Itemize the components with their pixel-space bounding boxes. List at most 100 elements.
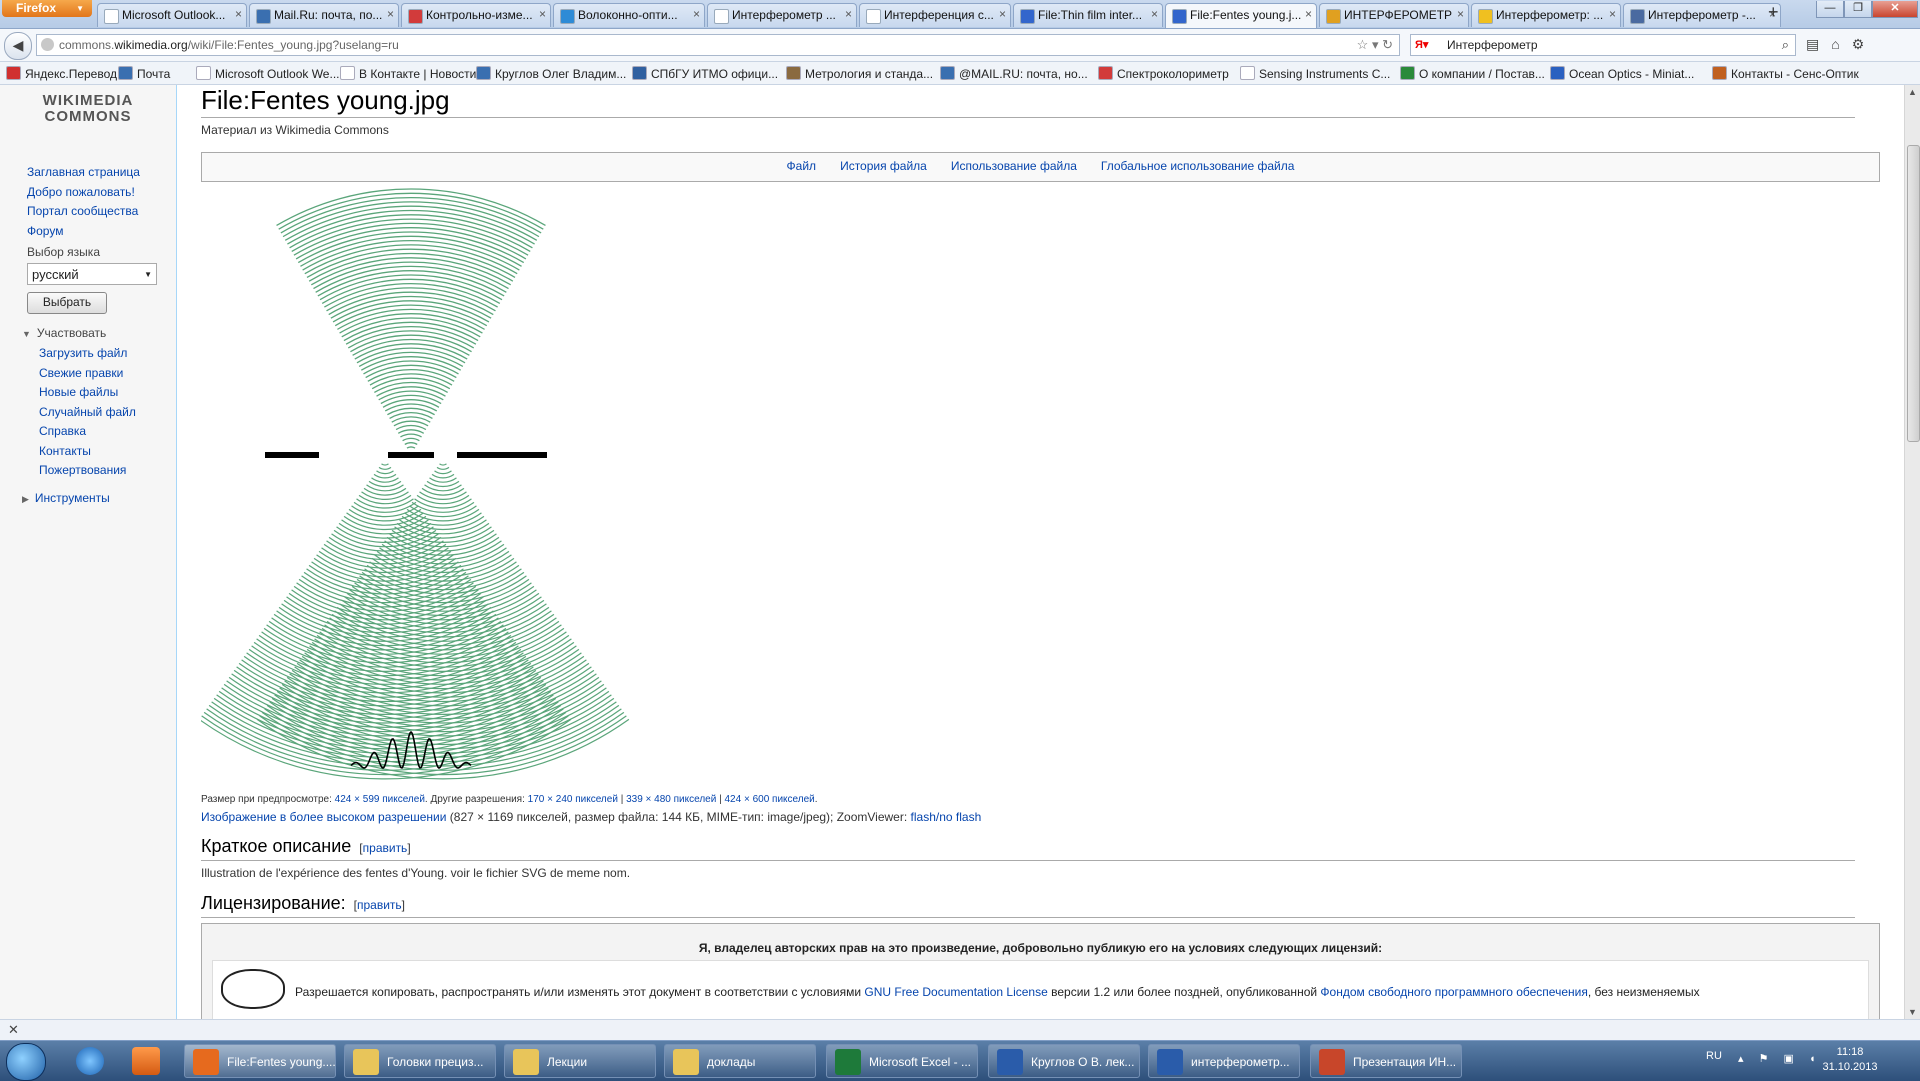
bookmark-item[interactable]: В Контакте | Новости xyxy=(340,66,476,81)
edit-licensing-link[interactable]: [править] xyxy=(354,898,405,912)
browser-tab[interactable]: Контрольно-изме... × xyxy=(401,3,551,27)
file-toc-link[interactable]: Использование файла xyxy=(951,159,1077,173)
bookmark-item[interactable]: Круглов Олег Владим... xyxy=(476,66,626,81)
close-addon-bar-icon[interactable]: ✕ xyxy=(8,1022,19,1038)
participate-link[interactable]: Загрузить файл xyxy=(39,346,127,360)
resolution-link-3[interactable]: 424 × 600 пикселей xyxy=(724,794,814,805)
bookmark-item[interactable]: Яндекс.Перевод xyxy=(6,66,117,81)
reload-icon[interactable]: ↻ xyxy=(1382,37,1393,52)
bookmark-item[interactable]: Почта xyxy=(118,66,170,81)
tab-close-icon[interactable]: × xyxy=(539,7,546,21)
browser-tab[interactable]: Mail.Ru: почта, по... × xyxy=(249,3,399,27)
browser-tab[interactable]: Интерферометр: ... × xyxy=(1471,3,1621,27)
bookmark-item[interactable]: Ocean Optics - Miniat... xyxy=(1550,66,1694,81)
taskbar-window-button[interactable]: Презентация ИН... xyxy=(1310,1044,1462,1078)
input-language[interactable]: RU xyxy=(1706,1050,1722,1062)
browser-tab[interactable]: Интерференция с... × xyxy=(859,3,1011,27)
bookmark-item[interactable]: Метрология и станда... xyxy=(786,66,933,81)
participate-portlet-toggle[interactable]: ▼ Участвовать xyxy=(22,326,106,340)
bookmark-item[interactable]: Контакты - Сенс-Оптик xyxy=(1712,66,1859,81)
tab-close-icon[interactable]: × xyxy=(1151,7,1158,21)
back-button[interactable]: ◀ xyxy=(4,32,32,60)
taskbar-window-button[interactable]: Круглов О В. лек... xyxy=(988,1044,1140,1078)
taskbar-window-button[interactable]: Лекции xyxy=(504,1044,656,1078)
settings-icon[interactable]: ⚙ xyxy=(1852,36,1865,52)
browser-tab[interactable]: Microsoft Outlook... × xyxy=(97,3,247,27)
taskbar-window-button[interactable]: доклады xyxy=(664,1044,816,1078)
tab-close-icon[interactable]: × xyxy=(387,7,394,21)
home-icon[interactable]: ⌂ xyxy=(1831,36,1839,52)
firefox-menu-button[interactable]: Firefox ▼ xyxy=(2,0,92,17)
page-scrollbar[interactable]: ▲ ▼ xyxy=(1904,85,1920,1019)
dropdown-icon[interactable]: ▾ xyxy=(1372,37,1379,52)
bookmark-item[interactable]: Спектроколориметр xyxy=(1098,66,1229,81)
language-submit-button[interactable]: Выбрать xyxy=(27,292,107,314)
file-toc-link[interactable]: История файла xyxy=(840,159,927,173)
browser-tab[interactable]: File:Thin film inter... × xyxy=(1013,3,1163,27)
participate-link[interactable]: Новые файлы xyxy=(39,385,118,399)
tab-close-icon[interactable]: × xyxy=(999,7,1006,21)
internet-explorer-icon[interactable] xyxy=(76,1047,104,1075)
media-player-icon[interactable] xyxy=(132,1047,160,1075)
url-bar[interactable]: commons.wikimedia.org/wiki/File:Fentes_y… xyxy=(36,34,1400,56)
taskbar-window-button[interactable]: Головки прециз... xyxy=(344,1044,496,1078)
tab-close-icon[interactable]: × xyxy=(1305,7,1312,21)
tab-close-icon[interactable]: × xyxy=(693,7,700,21)
browser-tab[interactable]: Интерферометр -... × xyxy=(1623,3,1781,27)
browser-tab[interactable]: ИНТЕРФЕРОМЕТР × xyxy=(1319,3,1469,27)
bookmark-item[interactable]: @MAIL.RU: почта, но... xyxy=(940,66,1088,81)
scrollbar-thumb[interactable] xyxy=(1907,145,1920,442)
scroll-down-icon[interactable]: ▼ xyxy=(1908,1007,1917,1017)
sidebar-nav-link[interactable]: Форум xyxy=(27,224,63,238)
fsf-link[interactable]: Фондом свободного программного обеспечен… xyxy=(1320,985,1587,999)
participate-link[interactable]: Случайный файл xyxy=(39,405,136,419)
participate-link[interactable]: Свежие правки xyxy=(39,366,123,380)
bookmark-item[interactable]: Sensing Instruments C... xyxy=(1240,66,1390,81)
tab-close-icon[interactable]: × xyxy=(1457,7,1464,21)
tab-close-icon[interactable]: × xyxy=(845,7,852,21)
clock[interactable]: 11:18 31.10.2013 xyxy=(1810,1045,1890,1075)
sidebar-nav-link[interactable]: Заглавная страница xyxy=(27,165,140,179)
file-toc-link[interactable]: Файл xyxy=(787,159,817,173)
browser-tab[interactable]: Интерферометр ... × xyxy=(707,3,857,27)
search-input[interactable]: Интерферометр xyxy=(1447,38,1538,52)
tab-close-icon[interactable]: × xyxy=(235,7,242,21)
taskbar-window-button[interactable]: интерферометр... xyxy=(1148,1044,1300,1078)
minimize-button[interactable]: — xyxy=(1816,1,1844,18)
wikimedia-commons-logo[interactable]: WIKIMEDIA COMMONS xyxy=(28,93,148,125)
search-icon[interactable]: ⌕ xyxy=(1782,37,1789,53)
language-select[interactable]: русский ▼ xyxy=(27,263,157,285)
browser-tab[interactable]: File:Fentes young.j... × xyxy=(1165,3,1317,28)
taskbar-window-button[interactable]: File:Fentes young.... xyxy=(184,1044,336,1078)
gfdl-link[interactable]: GNU Free Documentation License xyxy=(864,985,1047,999)
scroll-up-icon[interactable]: ▲ xyxy=(1908,87,1917,97)
edit-summary-link[interactable]: [править] xyxy=(359,841,410,855)
tab-close-icon[interactable]: × xyxy=(1609,7,1616,21)
sidebar-nav-link[interactable]: Портал сообщества xyxy=(27,204,138,218)
counter-icon[interactable]: ▤ xyxy=(1806,36,1819,52)
yandex-icon[interactable]: Я▾ xyxy=(1415,38,1429,52)
sidebar-nav-link[interactable]: Добро пожаловать! xyxy=(27,185,135,199)
bookmark-star-icon[interactable]: ☆ xyxy=(1357,37,1369,52)
bookmark-item[interactable]: О компании / Постав... xyxy=(1400,66,1545,81)
preview-size-link[interactable]: 424 × 599 пикселей xyxy=(335,794,425,805)
tools-portlet-toggle[interactable]: ▶ Инструменты xyxy=(22,491,110,505)
file-toc-link[interactable]: Глобальное использование файла xyxy=(1101,159,1295,173)
maximize-button[interactable]: ❐ xyxy=(1844,1,1872,18)
bookmark-item[interactable]: Microsoft Outlook We... xyxy=(196,66,339,81)
bookmark-item[interactable]: СПбГУ ИТМО офици... xyxy=(632,66,778,81)
zoomviewer-link[interactable]: flash/no flash xyxy=(911,810,982,824)
new-tab-button[interactable]: + xyxy=(1768,2,1779,23)
taskbar-window-button[interactable]: Microsoft Excel - ... xyxy=(826,1044,978,1078)
close-window-button[interactable]: ✕ xyxy=(1872,1,1918,18)
resolution-link-2[interactable]: 339 × 480 пикселей xyxy=(626,794,716,805)
start-button[interactable] xyxy=(6,1043,46,1081)
resolution-link-1[interactable]: 170 × 240 пикселей xyxy=(528,794,618,805)
browser-tab[interactable]: Волоконно-опти... × xyxy=(553,3,705,27)
fentes-young-image[interactable] xyxy=(198,183,641,806)
full-resolution-link[interactable]: Изображение в более высоком разрешении xyxy=(201,810,446,824)
participate-link[interactable]: Контакты xyxy=(39,444,91,458)
participate-link[interactable]: Пожертвования xyxy=(39,463,126,477)
search-box[interactable]: Я▾ Интерферометр ⌕ xyxy=(1410,34,1796,56)
participate-link[interactable]: Справка xyxy=(39,424,86,438)
